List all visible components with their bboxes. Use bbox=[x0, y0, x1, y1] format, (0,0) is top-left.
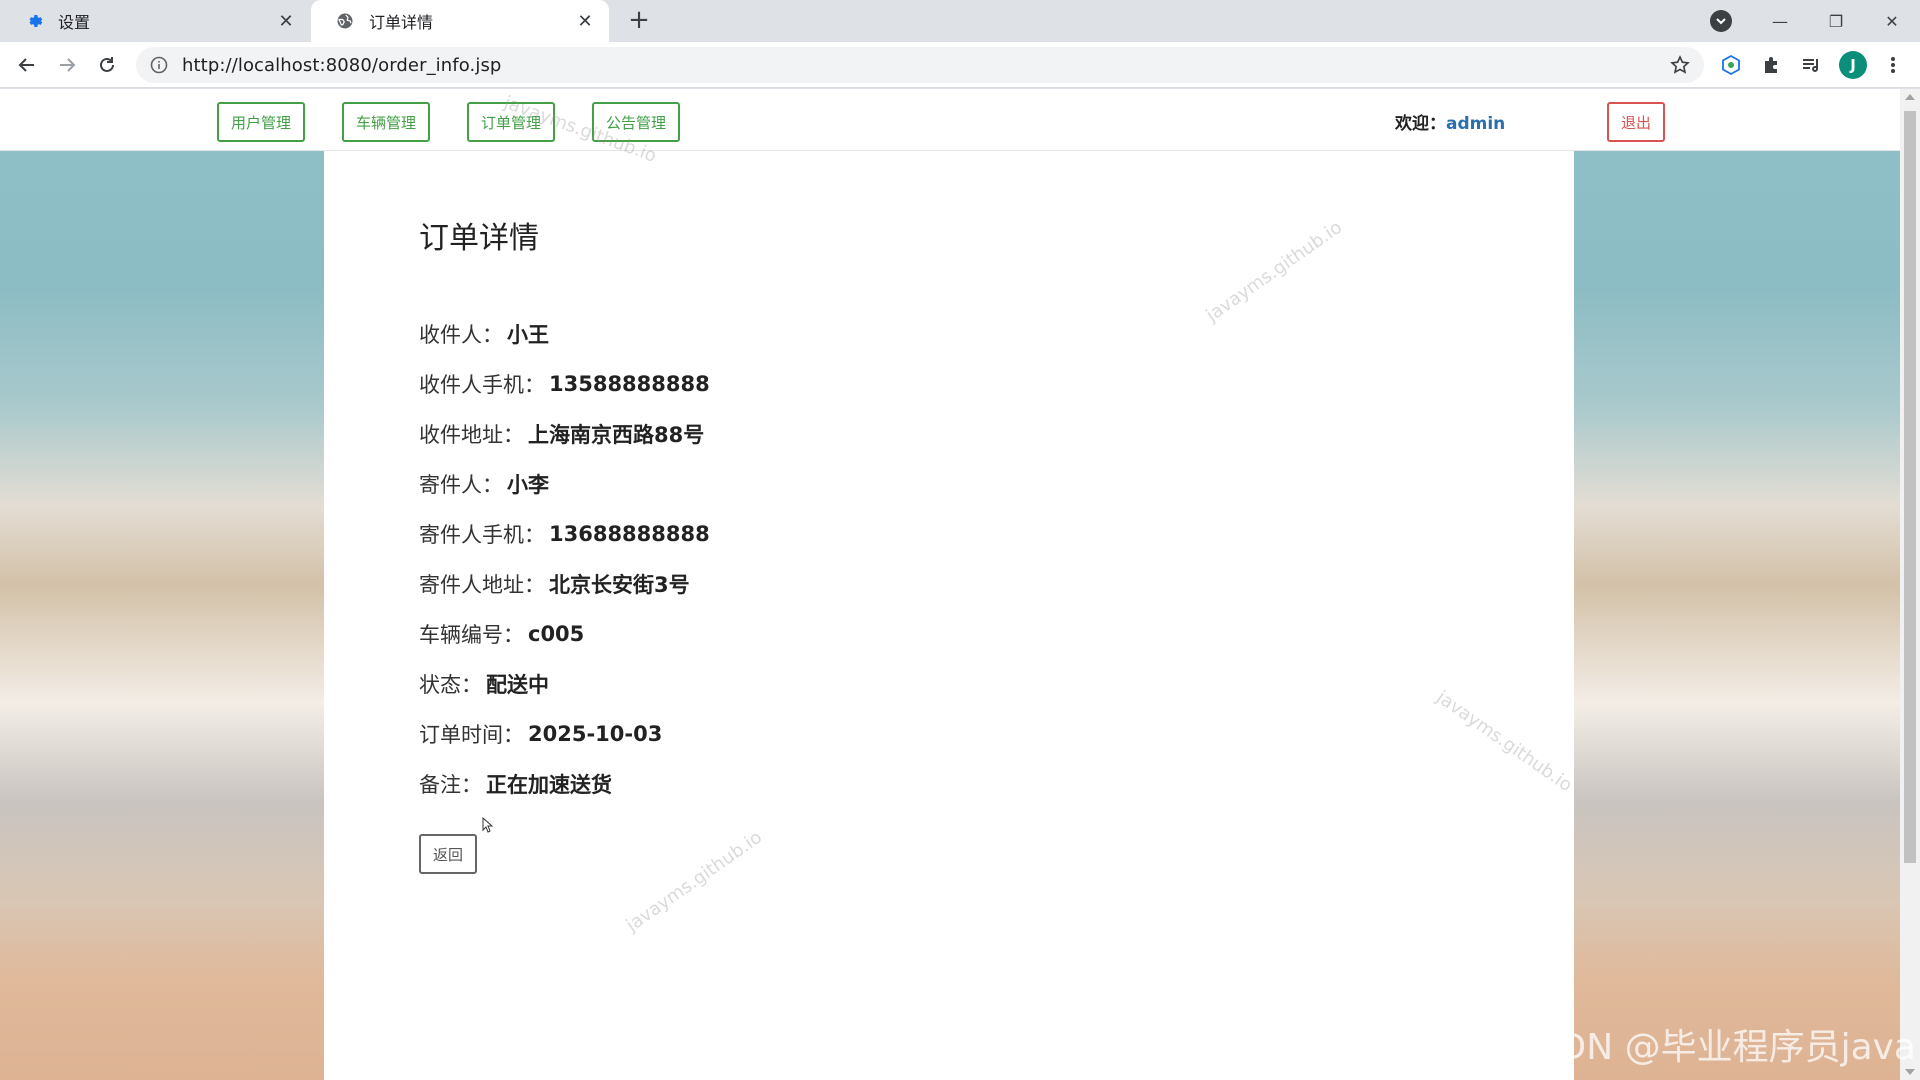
field-label: 收件人手机： bbox=[419, 373, 545, 397]
gear-icon bbox=[24, 11, 44, 31]
field-value: 2025-10-03 bbox=[528, 722, 663, 746]
globe-icon bbox=[335, 11, 355, 31]
forward-arrow-icon[interactable] bbox=[52, 50, 82, 80]
mouse-cursor-icon bbox=[482, 816, 494, 837]
detail-vehicle-number: 车辆编号： c005 bbox=[419, 609, 710, 659]
close-window-icon[interactable]: ✕ bbox=[1864, 12, 1920, 31]
field-value: c005 bbox=[528, 622, 585, 646]
detail-status: 状态： 配送中 bbox=[419, 659, 710, 709]
field-label: 寄件人地址： bbox=[419, 573, 545, 597]
minimize-icon[interactable]: — bbox=[1752, 12, 1808, 31]
nav-order-management[interactable]: 订单管理 bbox=[467, 102, 556, 142]
field-label: 订单时间： bbox=[419, 723, 524, 747]
csdn-watermark: CSDN @毕业程序员java bbox=[1510, 1027, 1916, 1068]
restore-icon[interactable]: ❐ bbox=[1808, 12, 1864, 31]
new-tab-button[interactable]: + bbox=[624, 6, 654, 36]
nav-notice-management[interactable]: 公告管理 bbox=[592, 102, 681, 142]
username: admin bbox=[1446, 114, 1506, 134]
nav-user-management[interactable]: 用户管理 bbox=[217, 102, 306, 142]
tab-title: 订单详情 bbox=[369, 13, 434, 32]
field-value: 13688888888 bbox=[549, 522, 710, 546]
nav-vehicle-management[interactable]: 车辆管理 bbox=[342, 102, 431, 142]
field-label: 寄件人手机： bbox=[419, 523, 545, 547]
field-label: 备注： bbox=[419, 773, 482, 797]
page-viewport: 用户管理 车辆管理 订单管理 公告管理 欢迎：admin 退出 订单详情 收件人… bbox=[0, 89, 1920, 1080]
extension-icon[interactable] bbox=[1716, 50, 1746, 80]
field-label: 状态： bbox=[419, 673, 482, 697]
welcome-text: 欢迎：admin bbox=[1395, 109, 1505, 134]
field-value: 北京长安街3号 bbox=[549, 573, 690, 597]
page-scrollbar[interactable] bbox=[1900, 89, 1920, 1080]
field-label: 收件人： bbox=[419, 323, 503, 347]
detail-remark: 备注： 正在加速送货 bbox=[419, 759, 710, 809]
field-value: 正在加速送货 bbox=[486, 773, 612, 797]
field-label: 收件地址： bbox=[419, 423, 524, 447]
reload-icon[interactable] bbox=[92, 50, 122, 80]
menu-dots-icon[interactable] bbox=[1878, 50, 1908, 80]
tab-order-info[interactable]: 订单详情 ✕ bbox=[311, 0, 609, 42]
order-detail-list: 收件人： 小王 收件人手机： 13588888888 收件地址： 上海南京西路88号 … bbox=[419, 309, 710, 809]
detail-recipient: 收件人： 小王 bbox=[419, 309, 710, 359]
back-arrow-icon[interactable] bbox=[12, 50, 42, 80]
logout-button[interactable]: 退出 bbox=[1607, 102, 1666, 142]
field-value: 上海南京西路88号 bbox=[528, 423, 705, 447]
tab-strip: 设置 ✕ 订单详情 ✕ + — ❐ ✕ bbox=[0, 0, 1920, 42]
detail-recipient-phone: 收件人手机： 13588888888 bbox=[419, 359, 710, 409]
detail-recipient-address: 收件地址： 上海南京西路88号 bbox=[419, 409, 710, 459]
order-detail-panel: 订单详情 收件人： 小王 收件人手机： 13588888888 收件地址： 上海南京西… bbox=[324, 151, 1576, 1080]
watermark: javayms.github.io bbox=[1202, 216, 1346, 327]
puzzle-extensions-icon[interactable] bbox=[1756, 50, 1786, 80]
address-bar[interactable]: http://localhost:8080/order_info.jsp bbox=[136, 47, 1704, 83]
detail-sender-address: 寄件人地址： 北京长安街3号 bbox=[419, 559, 710, 609]
url-text: http://localhost:8080/order_info.jsp bbox=[182, 54, 502, 76]
field-label: 寄件人： bbox=[419, 473, 503, 497]
window-controls: — ❐ ✕ bbox=[1752, 0, 1920, 42]
info-icon[interactable] bbox=[150, 56, 168, 74]
top-navbar: 用户管理 车辆管理 订单管理 公告管理 欢迎：admin 退出 bbox=[0, 89, 1900, 151]
detail-order-time: 订单时间： 2025-10-03 bbox=[419, 709, 710, 759]
scrollbar-thumb[interactable] bbox=[1904, 111, 1916, 863]
field-value: 配送中 bbox=[486, 673, 549, 697]
detail-sender-phone: 寄件人手机： 13688888888 bbox=[419, 509, 710, 559]
watermark: javayms.github.io bbox=[1432, 686, 1576, 797]
field-value: 13588888888 bbox=[549, 372, 710, 396]
field-value: 小李 bbox=[507, 473, 549, 497]
scroll-up-icon[interactable] bbox=[1905, 94, 1915, 100]
profile-avatar[interactable]: J bbox=[1838, 50, 1868, 80]
welcome-label: 欢迎： bbox=[1395, 114, 1446, 134]
tab-title: 设置 bbox=[58, 13, 91, 32]
tab-search-icon[interactable] bbox=[1710, 10, 1732, 32]
back-button[interactable]: 返回 bbox=[419, 834, 478, 874]
detail-sender: 寄件人： 小李 bbox=[419, 459, 710, 509]
field-label: 车辆编号： bbox=[419, 623, 524, 647]
close-icon[interactable]: ✕ bbox=[575, 11, 595, 32]
close-icon[interactable]: ✕ bbox=[276, 11, 296, 32]
tab-settings[interactable]: 设置 ✕ bbox=[0, 0, 310, 42]
media-control-icon[interactable] bbox=[1796, 50, 1826, 80]
bookmark-star-icon[interactable] bbox=[1670, 55, 1690, 79]
watermark: javayms.github.io bbox=[622, 826, 766, 937]
page-title: 订单详情 bbox=[419, 221, 539, 256]
field-value: 小王 bbox=[507, 323, 549, 347]
browser-toolbar: http://localhost:8080/order_info.jsp J bbox=[0, 42, 1920, 88]
